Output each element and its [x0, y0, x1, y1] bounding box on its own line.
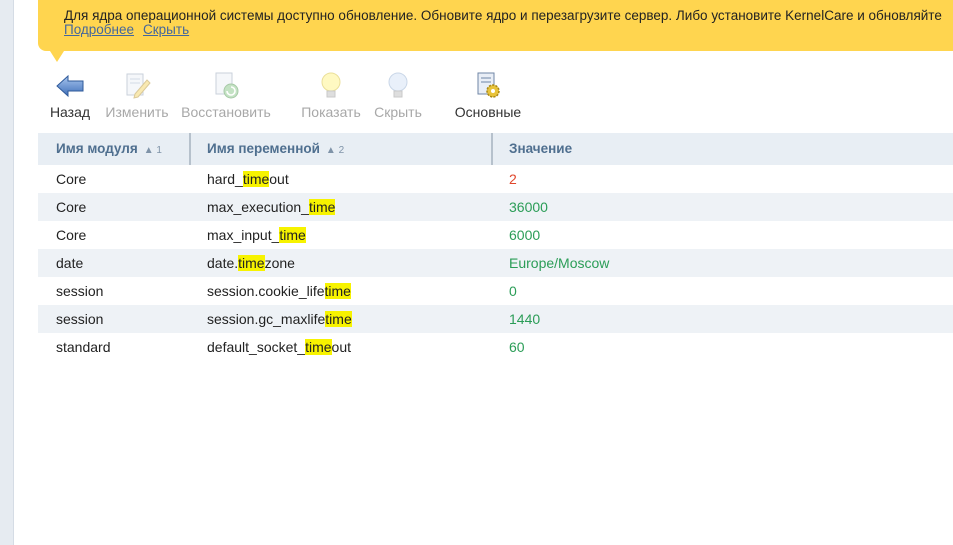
module-name-cell: Core	[56, 227, 87, 243]
module-name-cell: standard	[56, 339, 111, 355]
column-module-header[interactable]: Имя модуля ▲ 1	[56, 133, 162, 165]
table-row[interactable]: Core max_execution_time 36000	[38, 193, 953, 221]
table-row[interactable]: date date.timezone Europe/Moscow	[38, 249, 953, 277]
value-cell: 6000	[509, 227, 541, 243]
back-button[interactable]: Назад	[38, 66, 102, 122]
value-cell: 0	[509, 283, 517, 299]
left-frame-strip	[0, 0, 14, 545]
restore-button[interactable]: Восстановить	[179, 66, 273, 122]
value-cell: 36000	[509, 199, 548, 215]
restore-label: Восстановить	[181, 104, 271, 120]
table-row[interactable]: session session.cookie_lifetime 0	[38, 277, 953, 305]
notice-more-link[interactable]: Подробнее	[64, 22, 134, 37]
restore-icon	[215, 72, 239, 99]
value-cell: Europe/Moscow	[509, 255, 610, 271]
search-highlight: time	[238, 255, 265, 271]
edit-label: Изменить	[105, 104, 169, 120]
variable-name-cell: max_execution_time	[207, 199, 336, 215]
toolbar: Назад Изменить Восстановить Показать Скр…	[38, 66, 638, 122]
variable-name-cell: max_input_time	[207, 227, 306, 243]
main-settings-button[interactable]: Основные	[450, 66, 526, 122]
value-cell: 1440	[509, 311, 541, 327]
value-cell: 2	[509, 171, 517, 187]
notice-links: Подробнее Скрыть	[64, 22, 198, 37]
settings-gear-icon	[477, 72, 500, 98]
variables-table: Имя модуля ▲ 1 Имя переменной ▲ 2 Значение…	[38, 133, 953, 361]
edit-button[interactable]: Изменить	[105, 66, 169, 122]
column-value-header[interactable]: Значение	[509, 133, 572, 165]
value-cell: 60	[509, 339, 525, 355]
sort-indicator: ▲ 1	[143, 145, 162, 156]
search-highlight: time	[325, 311, 352, 327]
module-name-cell: session	[56, 311, 104, 327]
sort-indicator: ▲ 2	[325, 145, 345, 156]
module-name-cell: Core	[56, 199, 87, 215]
kernel-update-notice: Для ядра операционной системы доступно о…	[38, 0, 953, 51]
column-variable-header[interactable]: Имя переменной ▲ 2	[207, 133, 344, 165]
back-label: Назад	[49, 104, 91, 120]
notice-pointer	[50, 51, 64, 62]
variable-name-cell: date.timezone	[207, 255, 295, 271]
notice-hide-link[interactable]: Скрыть	[143, 22, 189, 37]
variable-name-cell: session.gc_maxlifetime	[207, 311, 352, 327]
hide-button[interactable]: Скрыть	[370, 66, 426, 122]
search-highlight: time	[308, 199, 336, 215]
table-row[interactable]: Core max_input_time 6000	[38, 221, 953, 249]
table-row[interactable]: standard default_socket_timeout 60	[38, 333, 953, 361]
search-highlight: time	[324, 283, 351, 299]
column-resize-handle[interactable]	[189, 133, 191, 165]
variable-name-cell: hard_timeout	[207, 171, 289, 187]
table-body: Core hard_timeout 2 Core max_execution_time 3…	[38, 165, 953, 361]
back-arrow-icon	[56, 74, 84, 98]
show-label: Показать	[301, 104, 361, 120]
search-highlight: time	[305, 339, 332, 355]
edit-pencil-icon	[126, 73, 151, 99]
module-name-cell: date	[56, 255, 84, 271]
notice-text: Для ядра операционной системы доступно о…	[64, 8, 942, 23]
hide-label: Скрыть	[374, 104, 422, 120]
module-name-cell: Core	[56, 171, 87, 187]
column-resize-handle[interactable]	[491, 133, 493, 165]
bulb-off-icon	[388, 72, 408, 98]
variable-name-cell: default_socket_timeout	[207, 339, 351, 355]
main-settings-label: Основные	[454, 104, 522, 120]
variable-name-cell: session.cookie_lifetime	[207, 283, 351, 299]
table-header: Имя модуля ▲ 1 Имя переменной ▲ 2 Значение	[38, 133, 953, 165]
search-highlight: time	[279, 227, 306, 243]
table-row[interactable]: Core hard_timeout 2	[38, 165, 953, 193]
table-row[interactable]: session session.gc_maxlifetime 1440	[38, 305, 953, 333]
module-name-cell: session	[56, 283, 104, 299]
bulb-on-icon	[321, 72, 341, 98]
search-highlight: time	[242, 171, 270, 187]
show-button[interactable]: Показать	[300, 66, 362, 122]
